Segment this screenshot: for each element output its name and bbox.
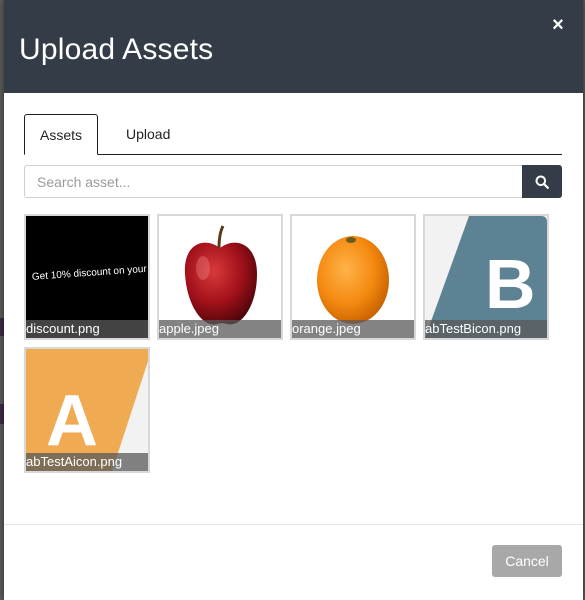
asset-tile-abtestaicon[interactable]: A abTestAicon.png <box>24 347 150 473</box>
search-input[interactable] <box>24 165 522 198</box>
asset-tile-abtestbicon[interactable]: B abTestBicon.png <box>423 214 549 340</box>
asset-tile-apple[interactable]: apple.jpeg <box>157 214 283 340</box>
search-icon <box>535 175 549 189</box>
asset-tile-orange[interactable]: orange.jpeg <box>290 214 416 340</box>
asset-tile-discount[interactable]: Get 10% discount on your first stay! dis… <box>24 214 150 340</box>
modal-title: Upload Assets <box>19 33 214 66</box>
search-button[interactable] <box>522 165 562 198</box>
close-icon: × <box>552 14 564 36</box>
asset-caption: abTestBicon.png <box>425 320 547 338</box>
upload-assets-modal: Upload Assets × Assets Upload Get 10% di… <box>4 0 583 600</box>
modal-header: Upload Assets × <box>4 0 583 93</box>
asset-caption: discount.png <box>26 320 148 338</box>
search-bar <box>24 165 562 198</box>
close-button[interactable]: × <box>549 14 567 36</box>
tab-assets[interactable]: Assets <box>24 114 98 155</box>
tab-upload[interactable]: Upload <box>111 114 185 154</box>
asset-caption: orange.jpeg <box>292 320 414 338</box>
b-icon-letter: B <box>485 245 536 323</box>
cancel-button[interactable]: Cancel <box>492 545 562 577</box>
a-icon-letter: A <box>46 381 98 461</box>
asset-caption: abTestAicon.png <box>26 453 148 471</box>
asset-caption: apple.jpeg <box>159 320 281 338</box>
tab-bar: Assets Upload <box>24 114 562 155</box>
footer-divider <box>4 524 583 525</box>
